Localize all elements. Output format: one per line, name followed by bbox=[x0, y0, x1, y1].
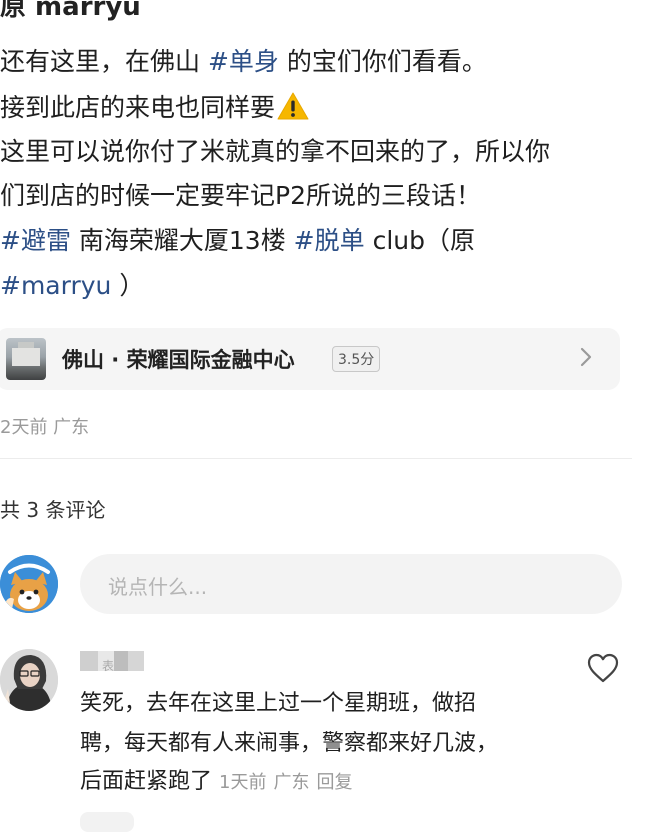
post-title-fragment: 原 marryu bbox=[0, 0, 141, 22]
post-text: 的宝们你们看看。 bbox=[278, 47, 487, 76]
post-text: 南海荣耀大厦13楼 bbox=[70, 226, 294, 255]
comment-count: 共 3 条评论 bbox=[0, 498, 106, 522]
post-text: club（原 bbox=[364, 226, 475, 255]
post-text: 接到此店的来电也同样要 bbox=[0, 93, 276, 122]
post-line-4: 们到店的时候一定要牢记P2所说的三段话！ bbox=[0, 181, 481, 210]
building-thumbnail bbox=[6, 338, 46, 380]
comment-region: 广东 bbox=[273, 772, 310, 793]
chevron-right-icon bbox=[574, 342, 598, 372]
comment-text-line-3: 后面赶紧跑了 1天前 广东 回复 bbox=[80, 762, 352, 803]
reply-preview-chip[interactable] bbox=[80, 812, 134, 832]
post-line-5: #避雷 南海荣耀大厦13楼 #脱单 club（原 bbox=[0, 226, 475, 256]
warning-icon bbox=[277, 92, 309, 127]
avatar[interactable] bbox=[0, 649, 58, 711]
comment-text: 后面赶紧跑了 bbox=[80, 769, 213, 794]
hashtag-link[interactable]: #脱单 bbox=[294, 226, 365, 255]
hashtag-link[interactable]: #marryu bbox=[0, 271, 111, 300]
heart-icon[interactable] bbox=[586, 652, 620, 684]
comment-time: 1天前 bbox=[219, 772, 267, 793]
post-line-6: #marryu ） bbox=[0, 271, 144, 301]
post-text: ） bbox=[111, 271, 145, 300]
commenter-name-blurred[interactable]: 表 bbox=[80, 651, 144, 673]
comment-input[interactable]: 说点什么... bbox=[80, 554, 622, 614]
comment-text-line-2: 聘，每天都有人来闹事，警察都来好几波， bbox=[80, 731, 499, 756]
hashtag-link[interactable]: #单身 bbox=[208, 47, 279, 76]
reply-button[interactable]: 回复 bbox=[316, 772, 352, 793]
post-line-3: 这里可以说你付了米就真的拿不回来的了，所以你 bbox=[0, 137, 551, 166]
comment-text-line-1: 笑死，去年在这里上过一个星期班，做招 bbox=[80, 691, 477, 716]
post-line-1: 还有这里，在佛山 #单身 的宝们你们看看。 bbox=[0, 47, 487, 77]
hashtag-link[interactable]: #避雷 bbox=[0, 226, 71, 255]
rating-badge: 3.5分 bbox=[332, 346, 381, 372]
comment-input-placeholder: 说点什么... bbox=[108, 575, 208, 599]
post-meta: 2天前 广东 bbox=[0, 417, 90, 438]
post-line-2: 接到此店的来电也同样要 bbox=[0, 92, 309, 127]
divider bbox=[0, 458, 632, 459]
commenter-name-hint: 表 bbox=[102, 659, 115, 673]
avatar[interactable] bbox=[0, 555, 58, 613]
location-title: 佛山 · 荣耀国际金融中心 bbox=[62, 348, 295, 372]
post-text: 还有这里，在佛山 bbox=[0, 47, 208, 76]
location-card[interactable]: 佛山 · 荣耀国际金融中心 3.5分 bbox=[0, 328, 620, 390]
